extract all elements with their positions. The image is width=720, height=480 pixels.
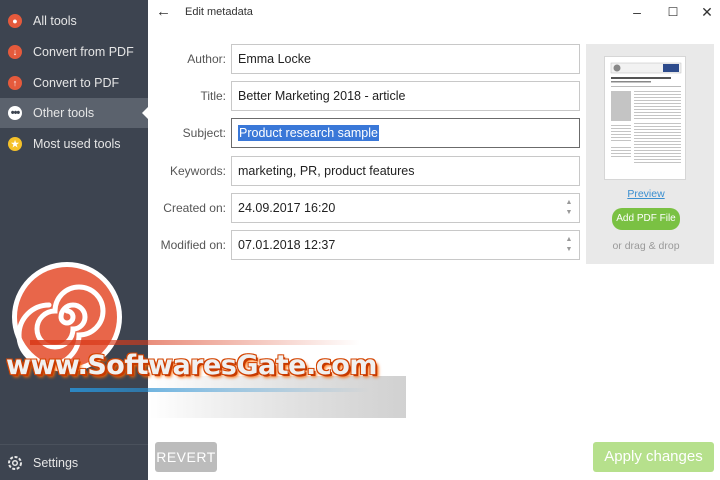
back-arrow-icon[interactable]: ←	[156, 4, 174, 20]
title-field[interactable]: Better Marketing 2018 - article	[231, 81, 580, 111]
created-date-field[interactable]: 24.09.2017 16:20 ▲ ▼	[231, 193, 580, 223]
created-row: Created on: 24.09.2017 16:20 ▲ ▼	[148, 193, 588, 223]
author-field[interactable]: Emma Locke	[231, 44, 580, 74]
all-tools-icon: ●	[8, 14, 22, 28]
modified-date-field[interactable]: 07.01.2018 12:37 ▲ ▼	[231, 230, 580, 260]
maximize-icon[interactable]: ☐	[662, 2, 684, 22]
subject-selected-text: Product research sample	[238, 125, 379, 141]
sidebar-item-label: Other tools	[33, 106, 95, 120]
title-label: Title:	[200, 89, 226, 103]
convert-from-pdf-icon: ↓	[8, 45, 22, 59]
created-date-value: 24.09.2017 16:20	[238, 201, 336, 215]
other-tools-icon: •••	[8, 106, 22, 120]
preview-pane: Preview Add PDF File or drag & drop	[586, 44, 714, 264]
sidebar-item-label: All tools	[33, 14, 77, 28]
apply-changes-button[interactable]: Apply changes	[593, 442, 714, 472]
created-label: Created on:	[163, 201, 226, 215]
star-icon: ★	[8, 137, 22, 151]
subject-label: Subject:	[182, 126, 226, 140]
close-icon[interactable]: ✕	[696, 2, 718, 22]
sidebar-item-convert-from-pdf[interactable]: ↓ Convert from PDF	[0, 37, 148, 67]
keywords-field[interactable]: marketing, PR, product features	[231, 156, 580, 186]
settings-button[interactable]: Settings	[0, 444, 148, 480]
sidebar-item-most-used-tools[interactable]: ★ Most used tools	[0, 129, 148, 159]
subject-field[interactable]: Product research sample	[231, 118, 580, 148]
sidebar-item-label: Convert from PDF	[33, 45, 134, 59]
settings-label: Settings	[33, 455, 79, 470]
modified-row: Modified on: 07.01.2018 12:37 ▲ ▼	[148, 230, 588, 260]
watermark-text: www.SoftwaresGate.com	[6, 350, 377, 381]
author-row: Author: Emma Locke	[148, 44, 588, 74]
sidebar-item-all-tools[interactable]: ● All tools	[0, 6, 148, 36]
pdf-thumbnail[interactable]	[604, 56, 686, 180]
keywords-row: Keywords: marketing, PR, product feature…	[148, 156, 588, 186]
sidebar-item-other-tools[interactable]: ••• Other tools	[0, 98, 149, 128]
modified-label: Modified on:	[160, 238, 226, 252]
sidebar-item-label: Convert to PDF	[33, 76, 120, 90]
sidebar-item-convert-to-pdf[interactable]: ↑ Convert to PDF	[0, 68, 148, 98]
header: ← Edit metadata – ☐ ✕	[148, 0, 720, 26]
revert-button[interactable]: REVERT	[155, 442, 217, 472]
add-pdf-file-button[interactable]: Add PDF File	[612, 208, 680, 230]
preview-link[interactable]: Preview	[586, 188, 706, 200]
keywords-label: Keywords:	[169, 164, 226, 178]
drag-drop-hint: or drag & drop	[612, 240, 680, 252]
convert-to-pdf-icon: ↑	[8, 76, 22, 90]
page-title: Edit metadata	[185, 6, 253, 18]
subject-row: Subject: Product research sample	[148, 118, 588, 148]
sidebar-item-label: Most used tools	[33, 137, 121, 151]
date-spinner-icon[interactable]: ▲ ▼	[565, 235, 573, 255]
modified-date-value: 07.01.2018 12:37	[238, 238, 336, 252]
gear-icon	[8, 455, 22, 470]
title-row: Title: Better Marketing 2018 - article	[148, 81, 588, 111]
minimize-icon[interactable]: –	[626, 2, 648, 22]
date-spinner-icon[interactable]: ▲ ▼	[565, 198, 573, 218]
author-label: Author:	[187, 52, 226, 66]
